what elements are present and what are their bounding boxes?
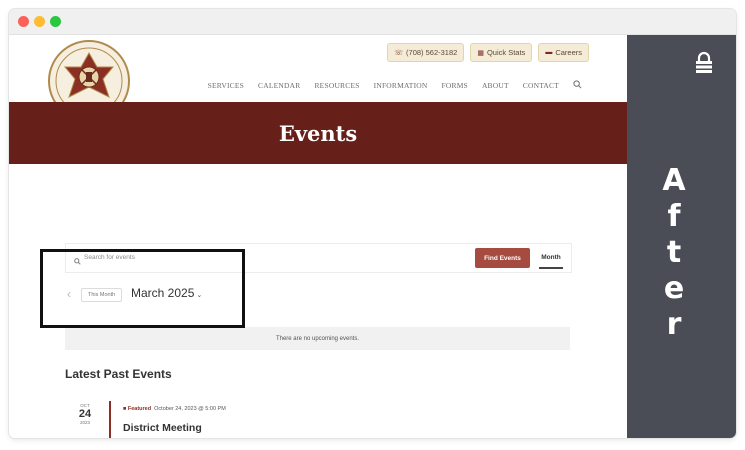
careers-button-label: Careers: [555, 48, 582, 57]
event-year: 2023: [79, 420, 90, 425]
maximize-window-button[interactable]: [50, 16, 61, 27]
event-datetime: October 24, 2023 @ 5:00 PM: [154, 406, 226, 412]
after-vertical-label: A f t e r: [661, 163, 687, 343]
view-tab-month[interactable]: Month: [539, 249, 563, 269]
featured-label: Featured: [127, 406, 152, 412]
quick-stats-button-label: Quick Stats: [486, 48, 526, 57]
highlight-annotation-box: [40, 249, 245, 328]
event-meta: ■ Featured October 24, 2023 @ 5:00 PM: [123, 406, 226, 412]
window-titlebar: [9, 9, 736, 35]
quick-stats-button[interactable]: ▦ Quick Stats: [470, 43, 533, 62]
nav-item-calendar[interactable]: CALENDAR: [258, 81, 300, 90]
website-page: ☏ (708) 562-3182 ▦ Quick Stats ▬ Careers…: [9, 35, 627, 438]
after-side-panel: A f t e r: [627, 35, 736, 438]
no-events-notice: There are no upcoming events.: [65, 327, 570, 350]
event-date-block: OCT 24 2023: [75, 403, 95, 425]
main-nav: SERVICES CALENDAR RESOURCES INFORMATION …: [208, 80, 582, 91]
past-events-heading: Latest Past Events: [65, 367, 172, 381]
nav-item-information[interactable]: INFORMATION: [374, 81, 428, 90]
after-letter: t: [666, 235, 682, 270]
nav-item-forms[interactable]: FORMS: [442, 81, 468, 90]
stats-icon: ▦: [477, 49, 484, 57]
nav-item-services[interactable]: SERVICES: [208, 81, 244, 90]
event-title[interactable]: District Meeting: [123, 422, 202, 434]
fire-truck-icon: ▬: [545, 49, 553, 56]
nav-item-about[interactable]: ABOUT: [482, 81, 509, 90]
page-title: Events: [278, 120, 358, 146]
after-letter: A: [662, 163, 686, 198]
nav-item-resources[interactable]: RESOURCES: [314, 81, 359, 90]
no-events-notice-text: There are no upcoming events.: [275, 335, 360, 342]
browser-window: ☏ (708) 562-3182 ▦ Quick Stats ▬ Careers…: [9, 9, 736, 438]
event-day: 24: [78, 408, 92, 420]
featured-badge: ■ Featured: [123, 406, 152, 412]
phone-icon: ☏: [394, 49, 404, 57]
nav-item-contact[interactable]: CONTACT: [523, 81, 559, 90]
after-letter: f: [667, 199, 681, 234]
nav-search-icon[interactable]: [573, 80, 582, 91]
careers-button[interactable]: ▬ Careers: [538, 43, 589, 62]
find-events-button[interactable]: Find Events: [475, 248, 530, 268]
minimize-window-button[interactable]: [34, 16, 45, 27]
list-item[interactable]: OCT 24 2023 ■ Featured October 24, 2023 …: [65, 401, 570, 438]
phone-button-label: (708) 562-3182: [406, 48, 458, 57]
after-letter: r: [666, 307, 682, 342]
page-hero-banner: Events: [9, 102, 627, 164]
top-utility-buttons: ☏ (708) 562-3182 ▦ Quick Stats ▬ Careers: [387, 43, 589, 62]
phone-button[interactable]: ☏ (708) 562-3182: [387, 43, 465, 62]
lock-icon: [696, 51, 712, 73]
after-letter: e: [663, 271, 685, 306]
close-window-button[interactable]: [18, 16, 29, 27]
event-divider: [109, 401, 111, 438]
